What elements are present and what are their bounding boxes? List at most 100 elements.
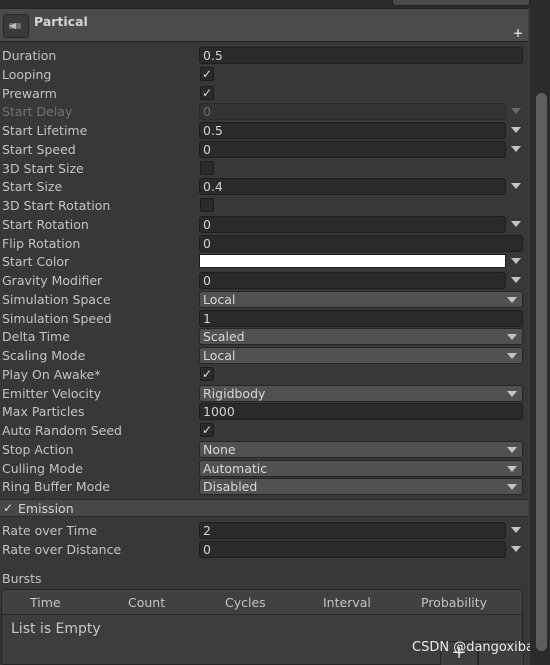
curve-mode-dropdown-icon[interactable] — [511, 258, 521, 265]
add-curve-button[interactable]: + — [513, 26, 523, 40]
row-emitter-velocity: Emitter Velocity Rigidbody — [0, 384, 528, 403]
emission-label: Emission — [18, 501, 74, 516]
play-on-awake-label: Play On Awake* — [2, 366, 101, 382]
simulation-space-dropdown-value: Local — [203, 291, 236, 307]
start-rotation-field[interactable]: 0 — [199, 215, 506, 233]
row-simulation-space: Simulation Space Local — [0, 290, 528, 309]
looping-label: Looping — [2, 66, 52, 82]
row-ring-buffer-mode: Ring Buffer Mode Disabled — [0, 478, 528, 496]
stop-action-label: Stop Action — [2, 441, 74, 457]
ring-buffer-mode-label: Ring Buffer Mode — [2, 479, 110, 495]
flip-rotation-field[interactable]: 0 — [199, 234, 523, 252]
curve-mode-dropdown-icon[interactable] — [511, 220, 521, 227]
row-looping: Looping ✓ — [0, 66, 528, 84]
row-play-on-awake: Play On Awake* ✓ — [0, 366, 528, 384]
prewarm-checkbox[interactable]: ✓ — [200, 85, 214, 100]
start-size-field[interactable]: 0.4 — [199, 178, 506, 196]
row-gravity-modifier: Gravity Modifier 0 — [0, 272, 528, 290]
particle-system-icon-glyph — [9, 23, 21, 29]
bursts-col-count: Count — [128, 595, 166, 610]
culling-mode-dropdown[interactable]: Automatic — [199, 459, 523, 477]
vertical-scrollbar[interactable] — [530, 0, 550, 665]
3d-start-rotation-checkbox[interactable] — [200, 198, 214, 212]
curve-mode-dropdown-icon[interactable] — [511, 277, 521, 283]
component-header[interactable]: Partical + — [0, 8, 528, 42]
rate-over-time-label: Rate over Time — [2, 523, 98, 538]
scaling-mode-label: Scaling Mode — [2, 348, 86, 363]
chevron-down-icon — [507, 484, 517, 491]
top-strip — [0, 0, 550, 8]
emission-enabled-checkbox[interactable]: ✓ — [3, 501, 13, 515]
auto-random-seed-label: Auto Random Seed — [2, 423, 122, 438]
row-start-lifetime: Start Lifetime 0.5 — [0, 122, 528, 140]
max-particles-field[interactable]: 1000 — [199, 403, 523, 421]
curve-mode-dropdown-icon[interactable] — [511, 145, 521, 152]
row-simulation-speed: Simulation Speed 1 — [0, 309, 528, 328]
top-tab[interactable] — [392, 0, 530, 6]
emission-module-header[interactable]: ✓ Emission — [0, 499, 528, 517]
start-color-label: Start Color — [2, 254, 70, 270]
auto-random-seed-checkbox[interactable]: ✓ — [200, 423, 214, 437]
3d-start-size-checkbox[interactable] — [200, 160, 214, 175]
delta-time-dropdown[interactable]: Scaled — [199, 328, 523, 346]
chevron-down-icon — [507, 334, 517, 341]
start-lifetime-label: Start Lifetime — [2, 123, 88, 138]
row-culling-mode: Culling Mode Automatic — [0, 459, 528, 478]
rate-over-time-field[interactable]: 2 — [199, 522, 506, 539]
duration-label: Duration — [2, 48, 57, 63]
row-start-size: Start Size 0.4 — [0, 178, 528, 196]
duration-field[interactable]: 0.5 — [199, 47, 523, 64]
rate-over-distance-label: Rate over Distance — [2, 542, 122, 557]
row-3d-start-size: 3D Start Size — [0, 160, 528, 178]
curve-mode-dropdown-icon[interactable] — [511, 183, 521, 190]
curve-mode-dropdown-icon[interactable] — [511, 127, 521, 133]
curve-mode-dropdown-icon[interactable] — [511, 527, 521, 533]
start-lifetime-field[interactable]: 0.5 — [199, 122, 506, 139]
rate-over-distance-field[interactable]: 0 — [199, 541, 506, 558]
simulation-space-label: Simulation Space — [2, 291, 111, 307]
start-color-swatch[interactable] — [199, 254, 506, 269]
ring-buffer-mode-dropdown-value: Disabled — [203, 479, 258, 495]
culling-mode-label: Culling Mode — [2, 460, 83, 476]
3d-start-size-label: 3D Start Size — [2, 160, 84, 176]
emitter-velocity-dropdown[interactable]: Rigidbody — [199, 384, 523, 402]
row-rate-over-time: Rate over Time 2 — [0, 522, 528, 540]
simulation-space-dropdown[interactable]: Local — [199, 290, 523, 308]
emitter-velocity-dropdown-value: Rigidbody — [203, 385, 266, 401]
chevron-down-icon — [507, 296, 517, 303]
bursts-col-time: Time — [30, 595, 61, 610]
gravity-modifier-field[interactable]: 0 — [199, 272, 506, 289]
scrollbar-thumb[interactable] — [536, 93, 547, 651]
particle-system-icon[interactable] — [3, 14, 29, 38]
scaling-mode-dropdown-value: Local — [203, 348, 236, 363]
row-auto-random-seed: Auto Random Seed ✓ — [0, 422, 528, 440]
looping-checkbox[interactable]: ✓ — [200, 66, 214, 81]
scaling-mode-dropdown[interactable]: Local — [199, 347, 523, 364]
emitter-velocity-label: Emitter Velocity — [2, 385, 102, 401]
row-stop-action: Stop Action None — [0, 440, 528, 459]
ring-buffer-mode-dropdown[interactable]: Disabled — [199, 478, 523, 496]
3d-start-rotation-label: 3D Start Rotation — [2, 198, 111, 213]
prewarm-label: Prewarm — [2, 85, 57, 101]
chevron-down-icon — [507, 390, 517, 397]
simulation-speed-field[interactable]: 1 — [199, 309, 523, 327]
curve-mode-dropdown-icon[interactable] — [511, 546, 521, 552]
row-flip-rotation: Flip Rotation 0 — [0, 234, 528, 253]
stop-action-dropdown[interactable]: None — [199, 440, 523, 458]
bursts-col-probability: Probability — [421, 595, 488, 610]
simulation-speed-label: Simulation Speed — [2, 310, 112, 326]
watermark: CSDN @dangoxiba — [412, 640, 534, 655]
bursts-header: Time Count Cycles Interval Probability — [2, 590, 522, 615]
bursts-col-cycles: Cycles — [225, 595, 266, 610]
delta-time-label: Delta Time — [2, 329, 70, 345]
chevron-down-icon — [507, 446, 517, 453]
start-speed-field[interactable]: 0 — [199, 140, 506, 158]
curve-mode-dropdown-icon — [511, 108, 521, 115]
culling-mode-dropdown-value: Automatic — [203, 460, 268, 476]
bursts-col-interval: Interval — [323, 595, 371, 610]
row-scaling-mode: Scaling Mode Local — [0, 347, 528, 365]
component-title: Partical — [34, 14, 88, 29]
row-start-speed: Start Speed 0 — [0, 140, 528, 159]
play-on-awake-checkbox[interactable]: ✓ — [200, 366, 214, 381]
row-3d-start-rotation: 3D Start Rotation — [0, 197, 528, 215]
